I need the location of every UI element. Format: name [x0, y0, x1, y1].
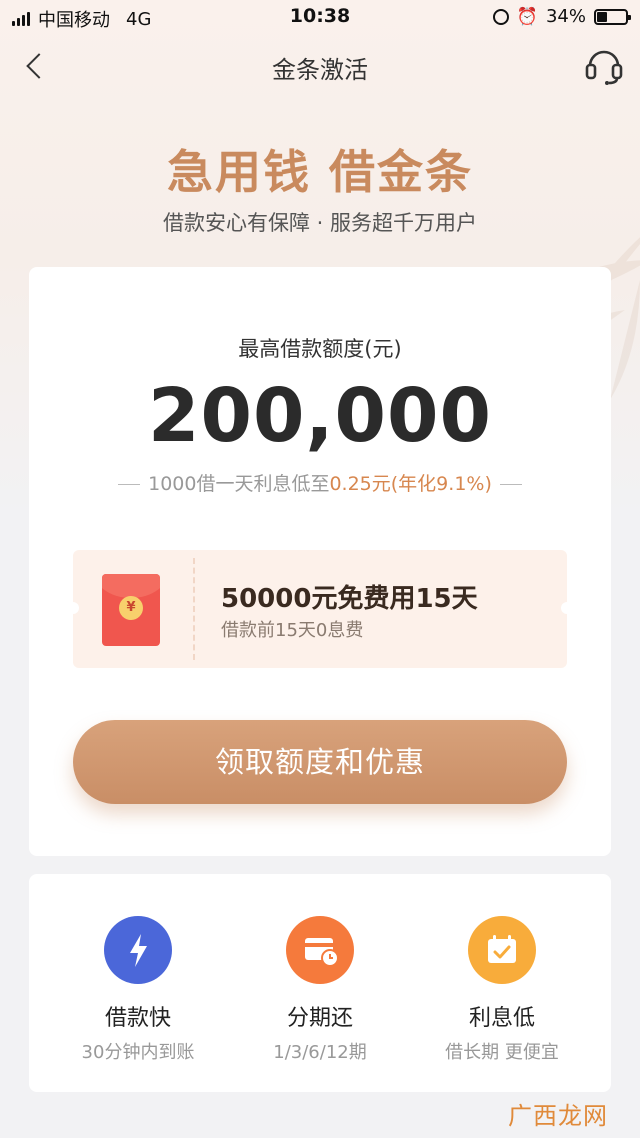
battery-icon — [594, 8, 631, 25]
feature-desc: 30分钟内到账 — [81, 1042, 195, 1063]
feature-name: 分期还 — [286, 1006, 353, 1031]
hero-subtitle: 借款安心有保障 · 服务超千万用户 — [162, 211, 478, 235]
coupon-title: 50000元免费用15天 — [221, 584, 478, 614]
alarm-icon: ⏰ — [516, 6, 538, 27]
calendar-check-icon — [468, 916, 536, 984]
card-clock-icon — [286, 916, 354, 984]
navigation-bar: 金条激活 — [0, 34, 640, 98]
loan-limit-card: 最高借款额度(元) 200,000 1000借一天利息低至0.25元(年化9.1… — [29, 267, 611, 856]
feature-installment[interactable]: 分期还 1/3/6/12期 — [223, 874, 417, 1092]
divider-right — [499, 484, 522, 485]
headset-icon[interactable] — [584, 44, 624, 88]
features-card: 借款快 30分钟内到账 分期还 1/3/6/12期 利息低 借长期 更便宜 — [29, 874, 611, 1092]
page-title: 金条激活 — [272, 56, 368, 84]
limit-label: 最高借款额度(元) — [238, 337, 402, 361]
limit-value: 200,000 — [147, 373, 493, 459]
claim-button[interactable]: 领取额度和优惠 — [73, 720, 567, 804]
status-right: ⏰ 34% — [492, 6, 631, 27]
interest-prefix: 1000借一天利息低至 — [148, 473, 330, 495]
interest-highlight: 0.25元(年化9.1%) — [329, 473, 492, 495]
divider-left — [118, 484, 141, 485]
battery-percent: 34% — [545, 6, 586, 27]
red-packet-icon: ¥ — [102, 574, 160, 646]
rotation-lock-icon — [492, 8, 509, 25]
feature-name: 利息低 — [468, 1006, 535, 1031]
coupon-divider — [193, 558, 195, 660]
feature-low-interest[interactable]: 利息低 借长期 更便宜 — [405, 874, 599, 1092]
hero-title: 急用钱 借金条 — [166, 145, 473, 199]
coupon-subtitle: 借款前15天0息费 — [221, 620, 364, 641]
coupon-card[interactable]: ¥ 50000元免费用15天 借款前15天0息费 — [67, 550, 573, 668]
feature-name: 借款快 — [104, 1006, 171, 1031]
feature-desc: 1/3/6/12期 — [273, 1042, 367, 1063]
coin-icon: ¥ — [119, 596, 143, 620]
interest-info: 1000借一天利息低至0.25元(年化9.1%) — [29, 469, 611, 496]
feature-fast[interactable]: 借款快 30分钟内到账 — [41, 874, 235, 1092]
status-bar: 中国移动 4G 10:38 ⏰ 34% — [0, 0, 640, 34]
lightning-icon — [104, 916, 172, 984]
watermark: 广西龙网 — [508, 1102, 608, 1130]
feature-desc: 借长期 更便宜 — [445, 1042, 559, 1063]
